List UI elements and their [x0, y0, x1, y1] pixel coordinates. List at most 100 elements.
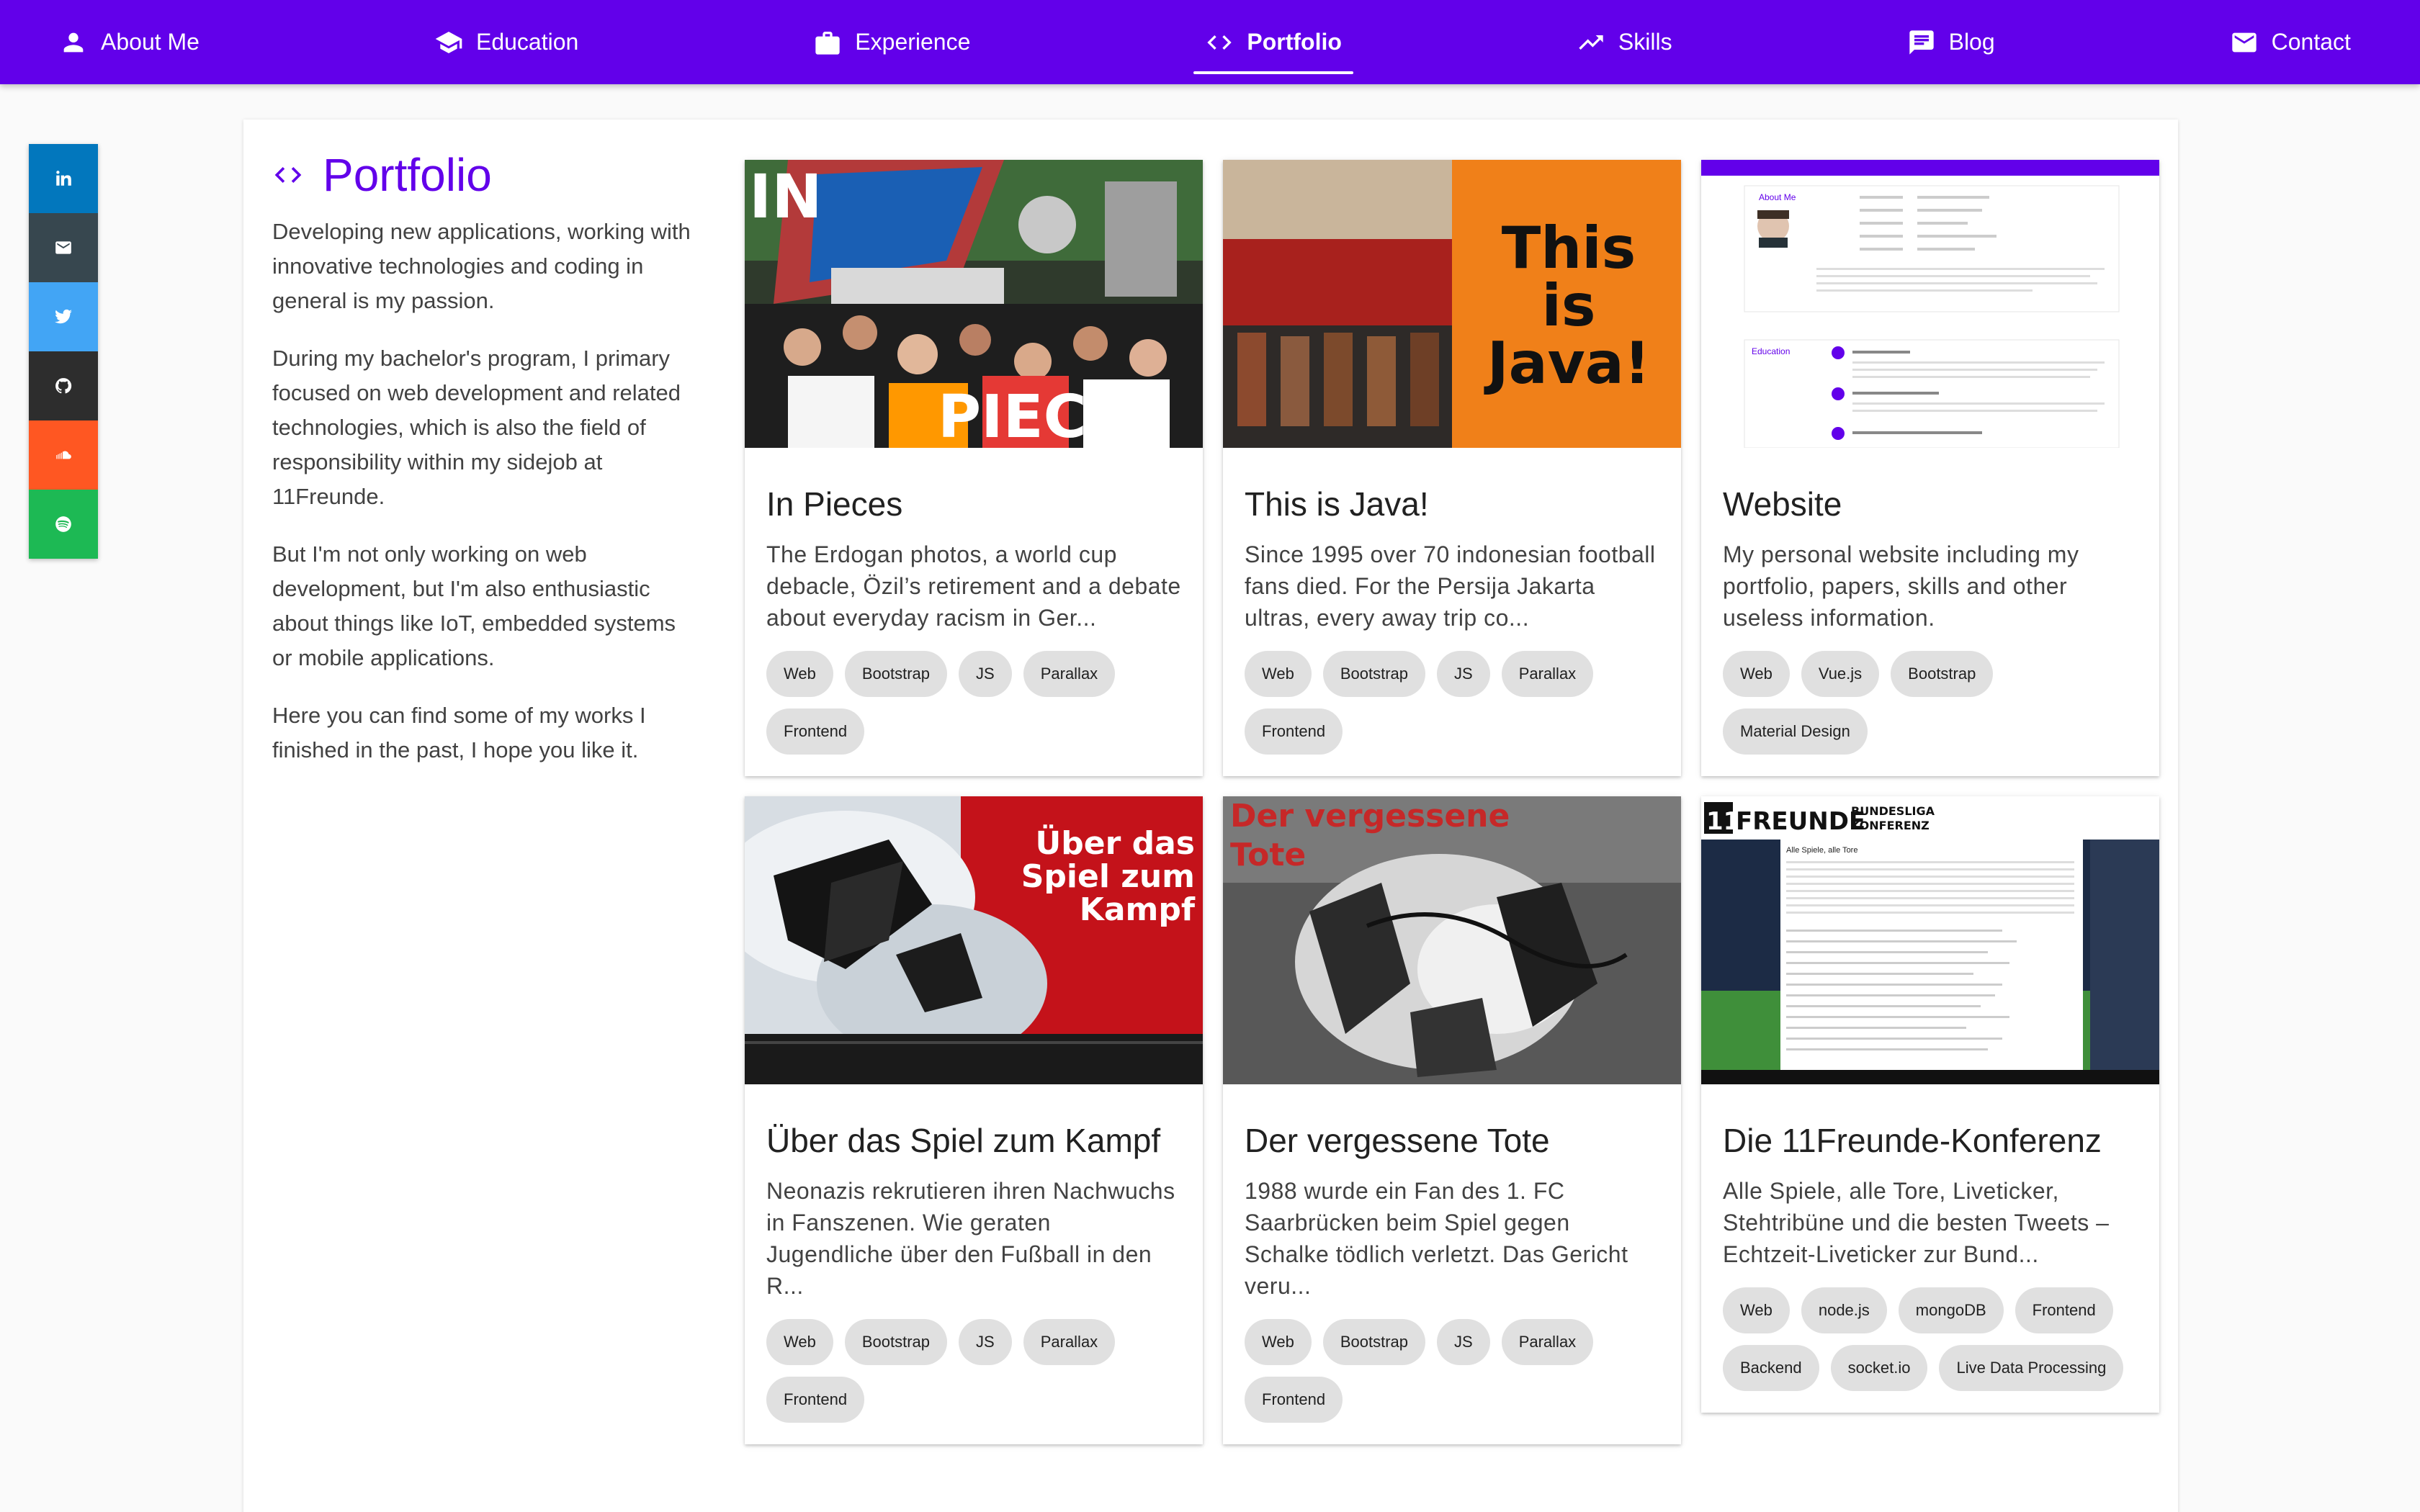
project-card-this-is-java[interactable]: This is Java! This is Java! Since 1995 o…: [1223, 160, 1681, 776]
soundcloud-button[interactable]: [29, 420, 98, 490]
thumbnail-text: Alle Spiele, alle Tore: [1786, 846, 1857, 855]
tag-chip[interactable]: Parallax: [1023, 651, 1116, 697]
nav-contact[interactable]: Contact: [2218, 0, 2362, 84]
briefcase-icon: [815, 31, 840, 55]
tag-list: Web Vue.js Bootstrap Material Design: [1723, 651, 2138, 755]
tag-chip[interactable]: Frontend: [766, 708, 865, 755]
tag-chip[interactable]: Bootstrap: [1322, 1319, 1426, 1365]
tag-chip[interactable]: Bootstrap: [844, 651, 948, 697]
tag-chip[interactable]: Frontend: [2015, 1287, 2113, 1333]
tag-chip[interactable]: Web: [766, 1319, 833, 1365]
nav-blog[interactable]: Blog: [1896, 0, 2007, 84]
tag-chip[interactable]: node.js: [1801, 1287, 1887, 1333]
soundcloud-icon: [56, 451, 71, 459]
tag-chip[interactable]: Parallax: [1023, 1319, 1116, 1365]
linkedin-button[interactable]: [29, 144, 98, 213]
nav-education[interactable]: Education: [423, 0, 590, 84]
nav-label: Skills: [1618, 29, 1672, 55]
spotify-icon: [55, 516, 71, 532]
tag-list: Web Bootstrap JS Parallax Frontend: [766, 1319, 1181, 1423]
project-thumbnail: Der vergessene Tote: [1223, 796, 1681, 1084]
nav-label: Contact: [2271, 29, 2351, 55]
thumbnail-text: Kampf: [1080, 891, 1196, 928]
project-description: 1988 wurde ein Fan des 1. FC Saarbrücken…: [1245, 1178, 1628, 1299]
person-icon: [63, 32, 84, 52]
nav-about-me[interactable]: About Me: [48, 0, 211, 84]
tag-chip[interactable]: Vue.js: [1801, 651, 1880, 697]
project-thumbnail: 11 FREUNDE BUNDESLIGA KONFERENZ Alle Spi…: [1701, 796, 2159, 1084]
der-vergessene-tote-image: Der vergessene Tote: [1223, 796, 1681, 1084]
project-card-ueber-das-spiel[interactable]: Über das Spiel zum Kampf Über das Spiel …: [745, 796, 1203, 1444]
tag-chip[interactable]: JS: [1437, 651, 1490, 697]
tag-chip[interactable]: Frontend: [766, 1377, 865, 1423]
tag-chip[interactable]: Frontend: [1245, 1377, 1343, 1423]
project-description: Alle Spiele, alle Tore, Liveticker, Steh…: [1723, 1178, 2110, 1267]
project-card-website[interactable]: About Me Education Website My personal w…: [1701, 160, 2159, 776]
thumbnail-text: KONFERENZ: [1851, 819, 1930, 832]
in-pieces-image: IN PIECES: [745, 160, 1203, 448]
thumbnail-text: Tote: [1230, 837, 1306, 873]
thumbnail-text: Der vergessene: [1230, 798, 1510, 834]
tag-list: Web node.js mongoDB Frontend Backend soc…: [1723, 1287, 2138, 1391]
thumbnail-text: PIECES: [938, 383, 1170, 448]
project-card-in-pieces[interactable]: IN PIECES In Pieces The Erdogan photos, …: [745, 160, 1203, 776]
nav-skills[interactable]: Skills: [1565, 0, 1684, 84]
email-button[interactable]: [29, 213, 98, 282]
tag-chip[interactable]: Parallax: [1501, 1319, 1594, 1365]
project-grid: IN PIECES In Pieces The Erdogan photos, …: [745, 160, 2159, 1444]
nav-label: Experience: [855, 29, 971, 55]
tag-chip[interactable]: Backend: [1723, 1345, 1819, 1391]
tag-chip[interactable]: Frontend: [1245, 708, 1343, 755]
tag-chip[interactable]: Web: [766, 651, 833, 697]
tag-chip[interactable]: Web: [1723, 651, 1790, 697]
nav-portfolio[interactable]: Portfolio: [1193, 0, 1353, 84]
portfolio-section: Portfolio Developing new applications, w…: [243, 120, 2178, 1512]
project-thumbnail: IN PIECES: [745, 160, 1203, 448]
tag-chip[interactable]: JS: [1437, 1319, 1490, 1365]
thumbnail-text: IN: [749, 161, 823, 232]
tag-chip[interactable]: Bootstrap: [844, 1319, 948, 1365]
tag-chip[interactable]: Bootstrap: [1322, 651, 1426, 697]
11freunde-konferenz-image: 11 FREUNDE BUNDESLIGA KONFERENZ Alle Spi…: [1701, 796, 2159, 1084]
nav-label: Portfolio: [1247, 29, 1342, 55]
tag-chip[interactable]: mongoDB: [1898, 1287, 2004, 1333]
tag-chip[interactable]: JS: [959, 1319, 1012, 1365]
github-button[interactable]: [29, 351, 98, 420]
tag-chip[interactable]: Bootstrap: [1891, 651, 1994, 697]
website-screenshot-image: About Me Education: [1701, 160, 2159, 448]
spotify-button[interactable]: [29, 490, 98, 559]
twitter-button[interactable]: [29, 282, 98, 351]
tag-chip[interactable]: Parallax: [1501, 651, 1594, 697]
project-thumbnail: About Me Education: [1701, 160, 2159, 448]
tag-chip[interactable]: Web: [1245, 651, 1312, 697]
trending-up-icon: [1579, 35, 1603, 50]
tag-chip[interactable]: Material Design: [1723, 708, 1868, 755]
project-description: Neonazis rekrutieren ihren Nachwuchs in …: [766, 1178, 1175, 1299]
tag-chip[interactable]: JS: [959, 651, 1012, 697]
tag-chip[interactable]: Live Data Processing: [1939, 1345, 2124, 1391]
intro-paragraph: Developing new applications, working wit…: [272, 219, 691, 313]
social-links: [29, 144, 98, 559]
project-card-der-vergessene-tote[interactable]: Der vergessene Tote Der vergessene Tote …: [1223, 796, 1681, 1444]
project-card-11freunde-konferenz[interactable]: 11 FREUNDE BUNDESLIGA KONFERENZ Alle Spi…: [1701, 796, 2159, 1413]
project-title: Website: [1723, 485, 1842, 523]
project-title: In Pieces: [766, 485, 903, 523]
section-header: Portfolio: [272, 148, 697, 202]
project-thumbnail: This is Java!: [1223, 160, 1681, 448]
top-navigation: About Me Education Experience Portfolio …: [0, 0, 2420, 84]
ueber-das-spiel-image: Über das Spiel zum Kampf: [745, 796, 1203, 1084]
project-title: Über das Spiel zum Kampf: [766, 1122, 1161, 1159]
project-description: Since 1995 over 70 indonesian football f…: [1245, 541, 1656, 631]
tag-chip[interactable]: socket.io: [1830, 1345, 1928, 1391]
tag-chip[interactable]: Web: [1723, 1287, 1790, 1333]
project-thumbnail: Über das Spiel zum Kampf: [745, 796, 1203, 1084]
email-icon: [55, 241, 71, 254]
nav-experience[interactable]: Experience: [802, 0, 982, 84]
nav-label: Blog: [1948, 29, 1995, 55]
portfolio-intro: Portfolio Developing new applications, w…: [272, 148, 697, 791]
page-title: Portfolio: [323, 149, 492, 201]
thumbnail-text: BUNDESLIGA: [1851, 804, 1935, 818]
thumbnail-text: Spiel zum: [1021, 858, 1195, 895]
intro-paragraph: But I'm not only working on web developm…: [272, 541, 676, 670]
tag-chip[interactable]: Web: [1245, 1319, 1312, 1365]
